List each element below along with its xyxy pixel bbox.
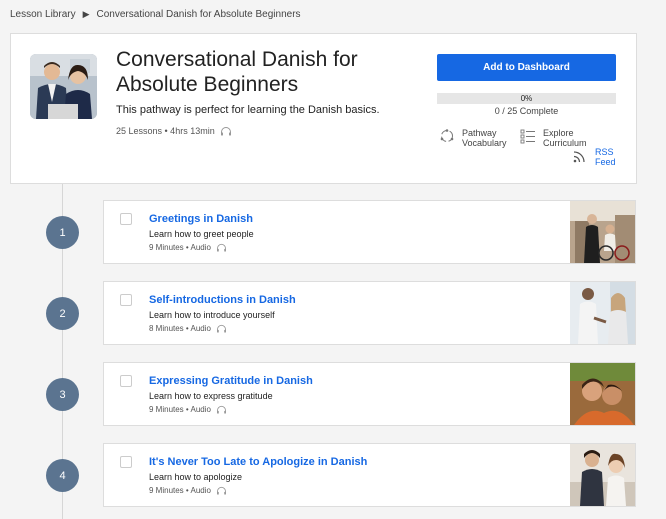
headphones-icon [216, 405, 226, 414]
lesson-meta-text: 9 Minutes • Audio [149, 243, 211, 252]
rss-icon [573, 151, 585, 163]
lesson-thumbnail [570, 444, 635, 506]
lesson-checkbox[interactable] [120, 375, 132, 387]
curriculum-list-icon [520, 129, 535, 144]
breadcrumb-arrow-icon: ▶ [82, 9, 90, 19]
lesson-number-badge: 2 [46, 297, 79, 330]
lesson-card[interactable]: Expressing Gratitude in Danish Learn how… [103, 362, 636, 426]
lesson-description: Learn how to apologize [149, 472, 243, 482]
add-to-dashboard-button[interactable]: Add to Dashboard [437, 54, 616, 81]
pathway-meta-text: 25 Lessons • 4hrs 13min [116, 126, 215, 136]
lesson-thumbnail [570, 363, 635, 425]
lesson-meta: 9 Minutes • Audio [149, 405, 227, 414]
lesson-meta-text: 8 Minutes • Audio [149, 324, 211, 333]
lesson-checkbox[interactable] [120, 213, 132, 225]
rss-line-2: Feed [595, 157, 616, 167]
pathway-description: This pathway is perfect for learning the… [116, 104, 380, 116]
lesson-title[interactable]: Self-introductions in Danish [149, 294, 296, 306]
lesson-checkbox[interactable] [120, 456, 132, 468]
lesson-meta: 9 Minutes • Audio [149, 243, 227, 252]
pathway-thumbnail [30, 54, 97, 119]
rss-feed-link[interactable]: RSS Feed [573, 147, 616, 167]
vocabulary-cycle-icon [440, 129, 454, 142]
vocabulary-line-1: Pathway [462, 128, 497, 138]
lesson-card[interactable]: Greetings in Danish Learn how to greet p… [103, 200, 636, 264]
lesson-number-badge: 3 [46, 378, 79, 411]
breadcrumb: Lesson Library ▶ Conversational Danish f… [10, 9, 301, 20]
progress-percent: 0% [520, 94, 533, 103]
headphones-icon [216, 243, 226, 252]
headphones-icon [216, 324, 226, 333]
lesson-checkbox[interactable] [120, 294, 132, 306]
lesson-title[interactable]: It's Never Too Late to Apologize in Dani… [149, 456, 367, 468]
lesson-description: Learn how to greet people [149, 229, 254, 239]
curriculum-line-1: Explore [543, 128, 574, 138]
lesson-card[interactable]: It's Never Too Late to Apologize in Dani… [103, 443, 636, 507]
pathway-meta: 25 Lessons • 4hrs 13min [116, 126, 232, 136]
lesson-meta-text: 9 Minutes • Audio [149, 486, 211, 495]
lesson-number-badge: 4 [46, 459, 79, 492]
progress-complete-text: 0 / 25 Complete [494, 106, 559, 116]
lesson-meta: 8 Minutes • Audio [149, 324, 227, 333]
lesson-thumbnail [570, 282, 635, 344]
pathway-header-card: Conversational Danish for Absolute Begin… [10, 33, 637, 184]
lesson-meta-text: 9 Minutes • Audio [149, 405, 211, 414]
headphones-icon [216, 486, 226, 495]
lesson-thumbnail [570, 201, 635, 263]
lesson-meta: 9 Minutes • Audio [149, 486, 227, 495]
explore-curriculum-link[interactable]: Explore Curriculum [520, 128, 587, 148]
lesson-description: Learn how to express gratitude [149, 391, 273, 401]
headphones-icon [220, 127, 231, 136]
pathway-title: Conversational Danish for Absolute Begin… [116, 48, 358, 96]
lesson-card[interactable]: Self-introductions in Danish Learn how t… [103, 281, 636, 345]
pathway-vocabulary-link[interactable]: Pathway Vocabulary [439, 128, 507, 148]
breadcrumb-lesson-library[interactable]: Lesson Library [10, 9, 76, 20]
breadcrumb-current: Conversational Danish for Absolute Begin… [96, 9, 301, 20]
lesson-title[interactable]: Greetings in Danish [149, 213, 253, 225]
lesson-title[interactable]: Expressing Gratitude in Danish [149, 375, 313, 387]
lesson-number-badge: 1 [46, 216, 79, 249]
vocabulary-line-2: Vocabulary [462, 138, 507, 148]
rss-line-1: RSS [595, 147, 614, 157]
lesson-description: Learn how to introduce yourself [149, 310, 275, 320]
